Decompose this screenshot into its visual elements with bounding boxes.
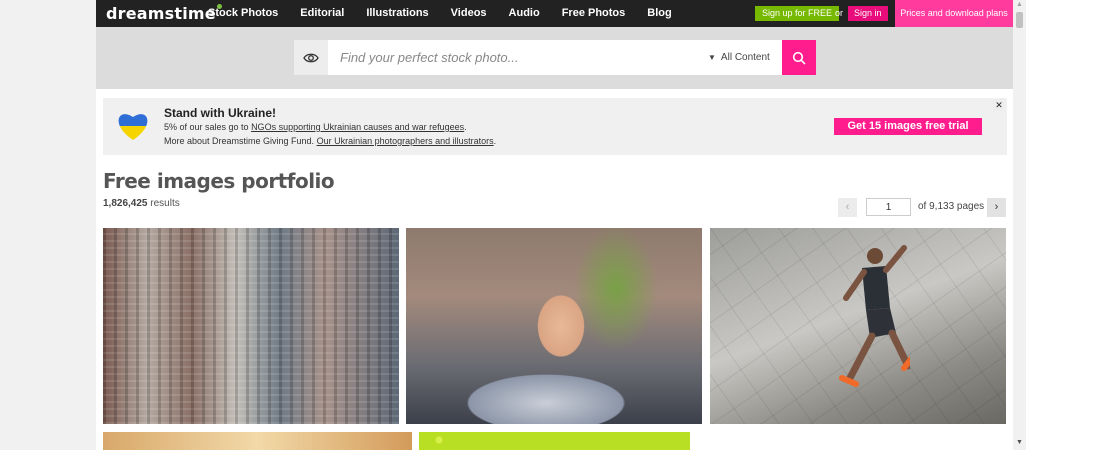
content-filter-dropdown[interactable]: ▼ All Content — [708, 40, 770, 75]
dreamstime-logo[interactable]: dreamstime — [106, 4, 222, 23]
image-thumbnail[interactable] — [419, 432, 690, 450]
nav-link-blog[interactable]: Blog — [647, 0, 671, 27]
previous-page-button[interactable]: ‹ — [838, 198, 857, 217]
search-button[interactable] — [782, 40, 816, 75]
search-input[interactable] — [340, 40, 700, 75]
chevron-down-icon: ▼ — [708, 53, 716, 62]
results-label: results — [147, 198, 180, 209]
banner-line-1-suffix: . — [464, 122, 467, 132]
banner-line-1-text: 5% of our sales go to — [164, 122, 252, 132]
page-title: Free images portfolio — [103, 169, 335, 193]
banner-line-2-suffix: . — [493, 136, 497, 146]
scrollbar[interactable]: ▲ ▼ — [1013, 0, 1026, 450]
signup-button[interactable]: Sign up for FREE — [755, 6, 840, 21]
scrollbar-thumb[interactable] — [1016, 12, 1023, 28]
close-icon[interactable]: ✕ — [993, 99, 1005, 111]
scroll-down-icon[interactable]: ▼ — [1016, 439, 1023, 446]
logo-text: dreamstime — [106, 4, 216, 23]
image-thumbnail[interactable] — [103, 432, 412, 450]
ukraine-banner: Stand with Ukraine! 5% of our sales go t… — [103, 98, 1007, 155]
nav-links: Stock Photos Editorial Illustrations Vid… — [208, 0, 694, 27]
results-number: 1,826,425 — [103, 198, 148, 209]
nav-link-illustrations[interactable]: Illustrations — [366, 0, 428, 27]
runner-figure — [839, 245, 910, 387]
image-thumbnail[interactable] — [710, 228, 1006, 424]
signin-button[interactable]: Sign in — [848, 6, 888, 21]
nav-link-audio[interactable]: Audio — [509, 0, 540, 27]
or-separator: or — [835, 8, 844, 18]
ukrainian-photographers-link[interactable]: Our Ukrainian photographers and illustra… — [317, 136, 494, 146]
free-trial-button[interactable]: Get 15 images free trial — [834, 118, 982, 135]
nav-link-editorial[interactable]: Editorial — [300, 0, 344, 27]
content-filter-label: All Content — [720, 52, 770, 63]
banner-line-1: 5% of our sales go to NGOs supporting Uk… — [164, 122, 467, 132]
page-number-input[interactable] — [866, 198, 911, 216]
image-thumbnail[interactable] — [406, 228, 702, 424]
image-thumbnail[interactable] — [103, 228, 399, 424]
banner-line-2: More about Dreamstime Giving Fund. Our U… — [164, 136, 496, 146]
total-pages-label: of 9,133 pages — [918, 201, 985, 212]
search-box: ▼ All Content — [294, 40, 782, 75]
search-icon — [792, 51, 806, 65]
nav-link-free-photos[interactable]: Free Photos — [562, 0, 626, 27]
results-count: 1,826,425 results — [103, 198, 180, 209]
banner-line-2-text: More about Dreamstime Giving Fund. — [164, 136, 317, 146]
search-band: ▼ All Content — [96, 27, 1013, 89]
nav-link-videos[interactable]: Videos — [451, 0, 487, 27]
page: dreamstime Stock Photos Editorial Illust… — [96, 0, 1013, 450]
banner-title: Stand with Ukraine! — [164, 106, 277, 120]
top-navigation: dreamstime Stock Photos Editorial Illust… — [96, 0, 1013, 27]
right-gutter — [1013, 0, 1120, 450]
ukraine-heart-icon — [118, 114, 148, 140]
next-page-button[interactable]: › — [987, 198, 1006, 217]
ngo-link[interactable]: NGOs supporting Ukrainian causes and war… — [251, 122, 464, 132]
nav-link-stock-photos[interactable]: Stock Photos — [208, 0, 278, 27]
left-gutter — [0, 0, 96, 450]
scroll-up-icon[interactable]: ▲ — [1016, 1, 1023, 8]
eye-icon[interactable] — [294, 40, 328, 75]
pricing-plans-button[interactable]: Prices and download plans — [895, 0, 1013, 27]
